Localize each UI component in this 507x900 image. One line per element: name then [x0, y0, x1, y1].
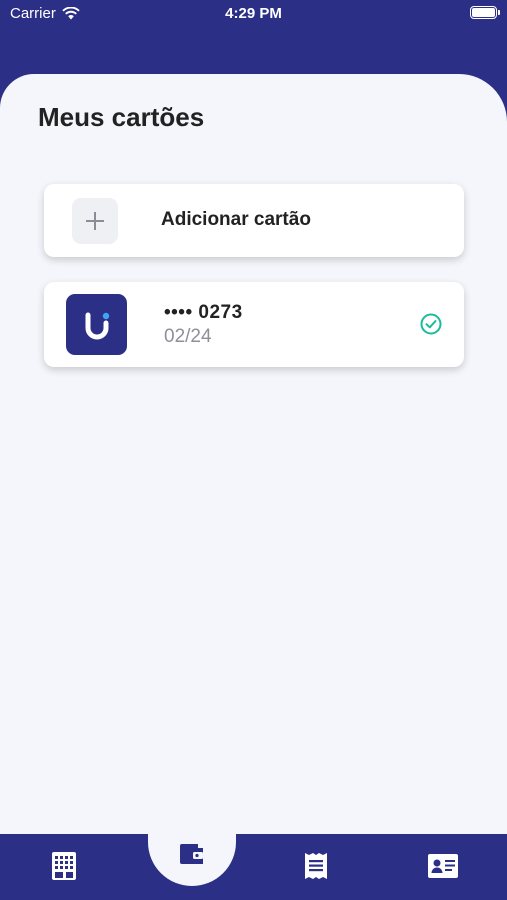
- add-card-button[interactable]: Adicionar cartão: [44, 184, 464, 257]
- battery-icon: [470, 6, 500, 19]
- tab-catalog[interactable]: [48, 850, 80, 882]
- card-number: •••• 0273: [164, 302, 243, 323]
- page-title: Meus cartões: [38, 102, 205, 132]
- tab-bar: [0, 816, 507, 900]
- id-card-icon: [428, 854, 458, 878]
- card-expiry: 02/24: [164, 326, 212, 347]
- building-icon: [52, 852, 76, 880]
- status-bar: Carrier 4:29 PM: [0, 0, 507, 28]
- check-circle-icon: [420, 313, 442, 335]
- payment-card-item[interactable]: •••• 0273 02/24: [44, 282, 464, 367]
- tab-profile[interactable]: [427, 850, 459, 882]
- status-time: 4:29 PM: [225, 5, 282, 22]
- tab-receipts[interactable]: [300, 850, 332, 882]
- wallet-icon: [180, 844, 203, 864]
- tab-wallet[interactable]: [176, 838, 208, 870]
- plus-icon: [72, 198, 118, 244]
- receipt-icon: [305, 853, 327, 879]
- add-card-label: Adicionar cartão: [161, 209, 311, 230]
- card-brand-logo: [66, 294, 127, 355]
- content-sheet: Meus cartões Adicionar cartão •••• 0273 …: [0, 74, 507, 834]
